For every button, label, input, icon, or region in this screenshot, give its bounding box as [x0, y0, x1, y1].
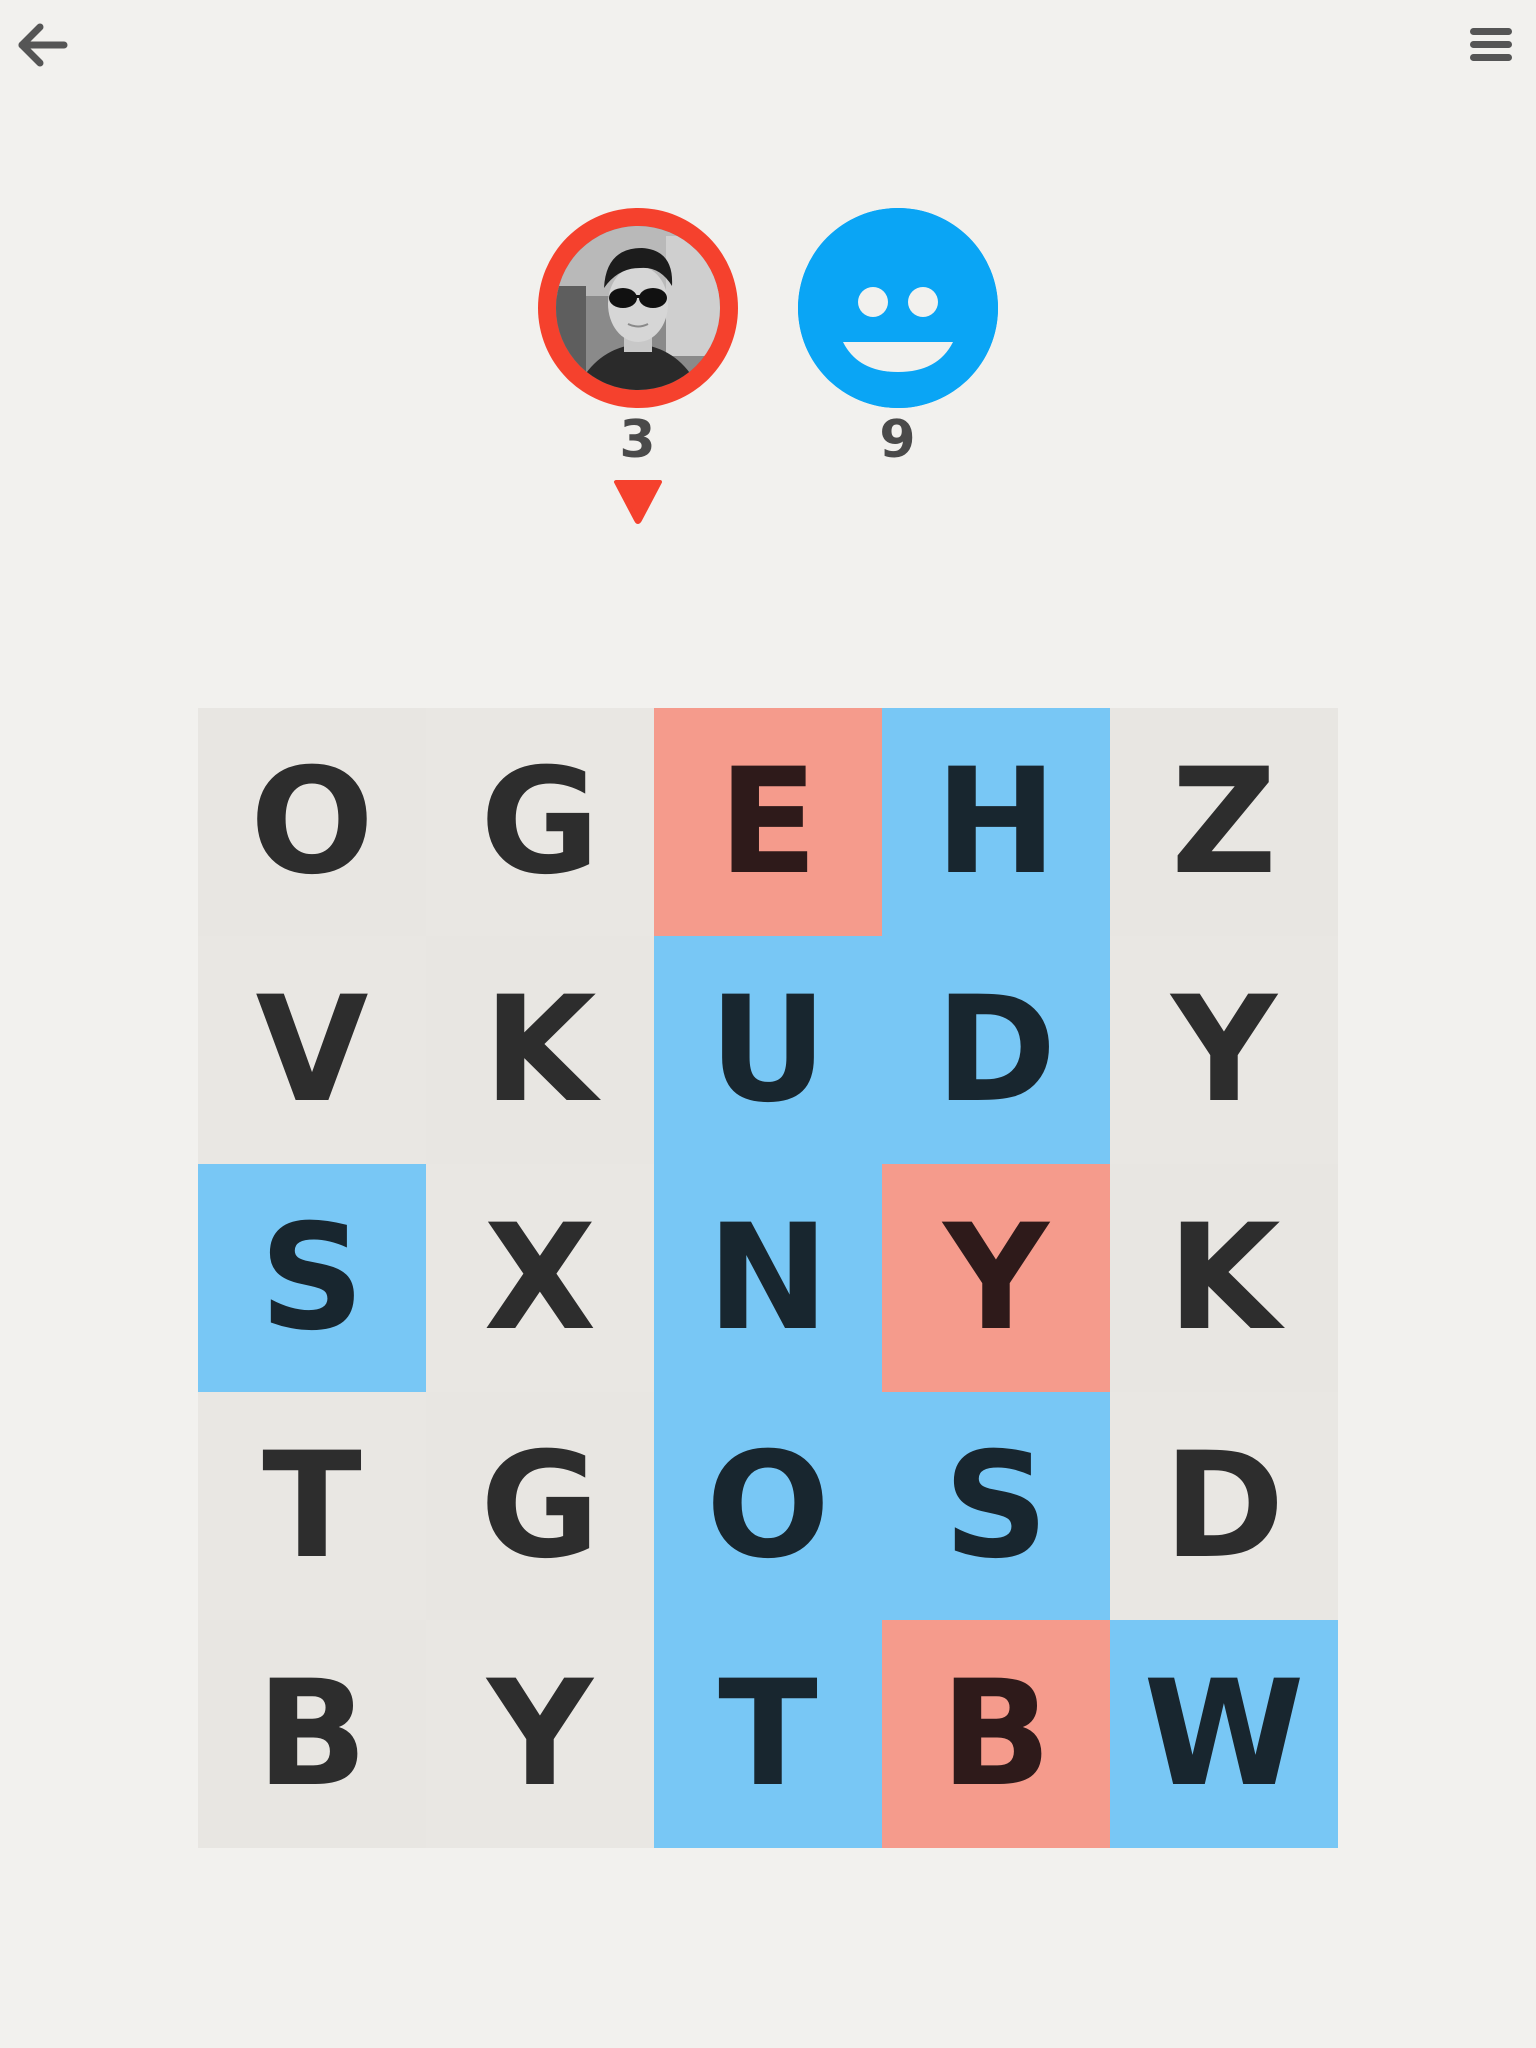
letter-tile[interactable]: G: [426, 1392, 654, 1620]
letter-tile[interactable]: U: [654, 936, 882, 1164]
letter-tile[interactable]: V: [198, 936, 426, 1164]
letter-tile[interactable]: W: [1110, 1620, 1338, 1848]
letter-tile[interactable]: N: [654, 1164, 882, 1392]
letter-tile[interactable]: O: [198, 708, 426, 936]
game-screen: 3 9 OGEHZVKUDYSXNYKTGOSDBYTBW: [0, 0, 1536, 2048]
letter-board: OGEHZVKUDYSXNYKTGOSDBYTBW: [198, 708, 1338, 1848]
letter-tile[interactable]: B: [882, 1620, 1110, 1848]
turn-indicator-icon: [612, 478, 664, 526]
letter-tile[interactable]: T: [654, 1620, 882, 1848]
letter-tile[interactable]: T: [198, 1392, 426, 1620]
player-score: 3: [619, 410, 657, 470]
letter-tile[interactable]: S: [882, 1392, 1110, 1620]
letter-tile[interactable]: K: [1110, 1164, 1338, 1392]
back-button[interactable]: [14, 20, 70, 70]
opponent-avatar[interactable]: [798, 208, 998, 408]
letter-tile[interactable]: E: [654, 708, 882, 936]
smiley-face-icon: [798, 208, 998, 408]
letter-tile[interactable]: D: [882, 936, 1110, 1164]
letter-tile[interactable]: B: [198, 1620, 426, 1848]
letter-tile[interactable]: X: [426, 1164, 654, 1392]
opponent-score: 9: [879, 410, 917, 470]
player-avatar-ring: [538, 208, 738, 408]
arrow-left-icon: [18, 23, 68, 67]
letter-tile[interactable]: G: [426, 708, 654, 936]
letter-tile[interactable]: Y: [1110, 936, 1338, 1164]
letter-tile[interactable]: O: [654, 1392, 882, 1620]
letter-tile[interactable]: Y: [426, 1620, 654, 1848]
letter-tile[interactable]: Y: [882, 1164, 1110, 1392]
letter-tile[interactable]: K: [426, 936, 654, 1164]
user-photo-avatar: [556, 226, 720, 390]
letter-tile[interactable]: S: [198, 1164, 426, 1392]
player-avatar[interactable]: [538, 208, 738, 408]
letter-tile[interactable]: D: [1110, 1392, 1338, 1620]
letter-tile[interactable]: H: [882, 708, 1110, 936]
menu-button[interactable]: [1466, 24, 1518, 66]
letter-tile[interactable]: Z: [1110, 708, 1338, 936]
hamburger-menu-icon: [1470, 28, 1512, 61]
